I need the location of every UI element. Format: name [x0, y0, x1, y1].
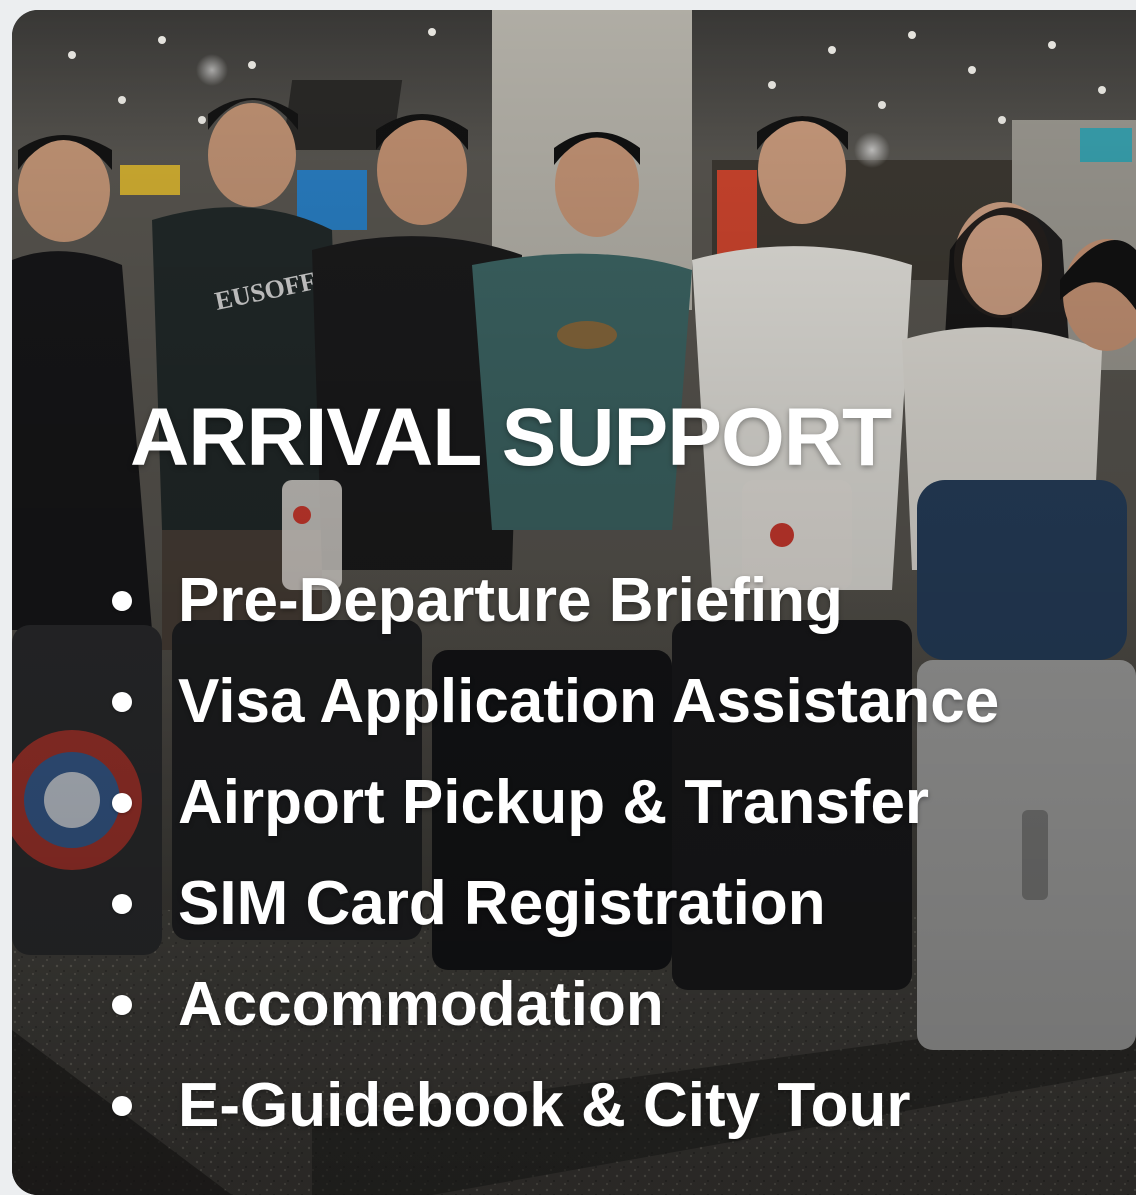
bullet-icon	[112, 1095, 132, 1116]
service-item-e-guidebook: E-Guidebook & City Tour	[112, 1055, 999, 1156]
service-item-label: SIM Card Registration	[178, 869, 826, 938]
service-list: Pre-Departure Briefing Visa Application …	[112, 550, 999, 1156]
service-item-label: Airport Pickup & Transfer	[178, 768, 930, 837]
bullet-icon	[112, 590, 132, 611]
arrival-support-card: EUSOFF	[12, 10, 1136, 1195]
service-item-airport-pickup: Airport Pickup & Transfer	[112, 752, 999, 853]
card-title: ARRIVAL SUPPORT	[130, 392, 892, 483]
service-item-label: Pre-Departure Briefing	[178, 566, 843, 635]
bullet-icon	[112, 691, 132, 712]
service-item-visa-application: Visa Application Assistance	[112, 651, 999, 752]
service-item-label: Accommodation	[178, 970, 664, 1039]
service-item-label: E-Guidebook & City Tour	[178, 1071, 911, 1140]
bullet-icon	[112, 893, 132, 914]
service-item-pre-departure-briefing: Pre-Departure Briefing	[112, 550, 999, 651]
service-item-label: Visa Application Assistance	[178, 667, 1000, 736]
service-item-accommodation: Accommodation	[112, 954, 999, 1055]
service-item-sim-card: SIM Card Registration	[112, 853, 999, 954]
bullet-icon	[112, 994, 132, 1015]
bullet-icon	[112, 792, 132, 813]
